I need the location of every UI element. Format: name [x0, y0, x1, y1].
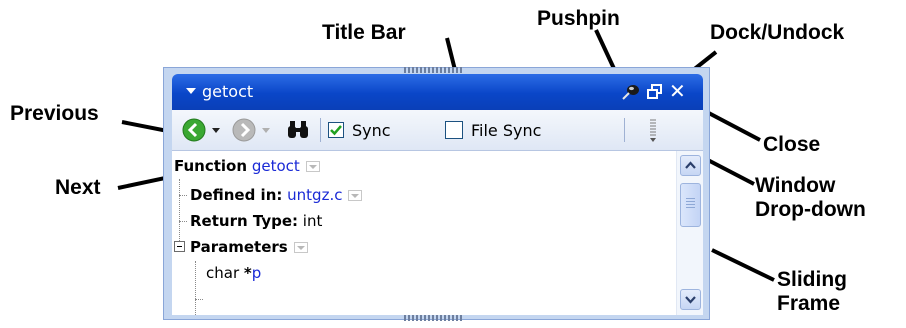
scroll-thumb[interactable]	[680, 183, 701, 227]
param-name[interactable]: p	[252, 264, 262, 282]
parameter-row: char * p	[206, 260, 261, 286]
dock-undock-icon[interactable]	[647, 84, 663, 100]
scroll-up-button[interactable]	[680, 155, 701, 176]
vertical-scrollbar[interactable]	[676, 151, 703, 315]
chevron-down-icon	[685, 296, 696, 304]
tree-line	[179, 179, 180, 249]
file-sync-checkbox[interactable]	[445, 121, 463, 139]
window-dropdown-button[interactable]	[648, 110, 658, 150]
binoculars-icon	[288, 121, 308, 138]
chevron-up-icon	[685, 161, 696, 169]
callout-sliding-frame-line2: Frame	[777, 292, 841, 315]
collapse-icon[interactable]	[174, 241, 185, 252]
window-title: getoct	[202, 82, 254, 101]
callout-next: Next	[55, 176, 101, 199]
callout-pushpin: Pushpin	[537, 7, 620, 30]
sliding-frame-bottom-grip[interactable]	[404, 315, 464, 321]
details-panel: Function getoct Defined in: untgz.c Retu…	[172, 151, 703, 315]
return-type-row: Return Type: int	[190, 208, 322, 234]
next-dropdown[interactable]	[262, 110, 270, 150]
tool-window: getoct ✕ Sync File Sync Function getoct …	[163, 67, 710, 321]
grip-lines	[686, 198, 695, 210]
tree-line	[179, 221, 187, 222]
scroll-down-button[interactable]	[680, 289, 701, 310]
function-label: Function	[174, 157, 248, 175]
file-sync-toggle[interactable]: File Sync	[445, 110, 541, 150]
callout-title-bar: Title Bar	[322, 21, 406, 44]
find-button[interactable]	[286, 110, 310, 150]
callout-close: Close	[763, 133, 821, 156]
gray-right-arrow-icon	[232, 118, 256, 142]
chevron-down-icon	[212, 127, 220, 133]
tree-line	[179, 195, 187, 196]
window-dropdown-grip-icon	[650, 119, 656, 142]
sync-toggle[interactable]: Sync	[328, 110, 391, 150]
chevron-down-icon[interactable]	[305, 160, 320, 172]
file-sync-label: File Sync	[471, 120, 542, 140]
parameters-label: Parameters	[190, 238, 288, 256]
parameters-row[interactable]: Parameters	[190, 234, 308, 260]
defined-in-link[interactable]: untgz.c	[287, 186, 342, 204]
function-name-link[interactable]: getoct	[252, 157, 300, 175]
previous-button[interactable]	[182, 110, 206, 150]
callout-sliding-frame: Sliding Frame	[777, 268, 847, 316]
sync-label: Sync	[352, 120, 391, 140]
defined-in-row[interactable]: Defined in: untgz.c	[190, 182, 363, 208]
callout-sliding-frame-line1: Sliding	[777, 268, 847, 291]
toolbar: Sync File Sync	[172, 110, 703, 151]
tree-line	[195, 299, 203, 300]
param-type: char	[206, 264, 244, 282]
callout-window-dropdown: Window Drop-down	[755, 174, 866, 222]
pushpin-icon[interactable]	[622, 84, 640, 100]
tree-line	[195, 261, 196, 315]
function-row[interactable]: Function getoct	[174, 153, 320, 179]
sync-checkbox[interactable]	[328, 122, 344, 138]
green-left-arrow-icon	[182, 118, 206, 142]
chevron-down-icon	[262, 127, 270, 133]
title-bar[interactable]: getoct ✕	[172, 74, 703, 110]
callout-dock-undock: Dock/Undock	[710, 21, 845, 44]
defined-in-label: Defined in:	[190, 186, 283, 204]
chevron-down-icon[interactable]	[348, 189, 363, 201]
param-pointer: *	[243, 264, 252, 282]
toolbar-separator	[320, 118, 321, 142]
callout-window-dropdown-line2: Drop-down	[755, 198, 866, 221]
previous-dropdown[interactable]	[212, 110, 220, 150]
callout-window-dropdown-line1: Window	[755, 174, 836, 197]
next-button[interactable]	[232, 110, 256, 150]
return-type-label: Return Type:	[190, 212, 299, 230]
triangle-down-icon[interactable]	[186, 88, 196, 94]
chevron-down-icon[interactable]	[293, 241, 308, 253]
checkmark-icon	[330, 125, 342, 136]
return-type-value: int	[302, 212, 323, 230]
callout-previous: Previous	[10, 102, 99, 125]
close-icon[interactable]: ✕	[669, 80, 686, 102]
sliding-frame-top-grip[interactable]	[404, 67, 464, 73]
toolbar-separator	[624, 118, 625, 142]
